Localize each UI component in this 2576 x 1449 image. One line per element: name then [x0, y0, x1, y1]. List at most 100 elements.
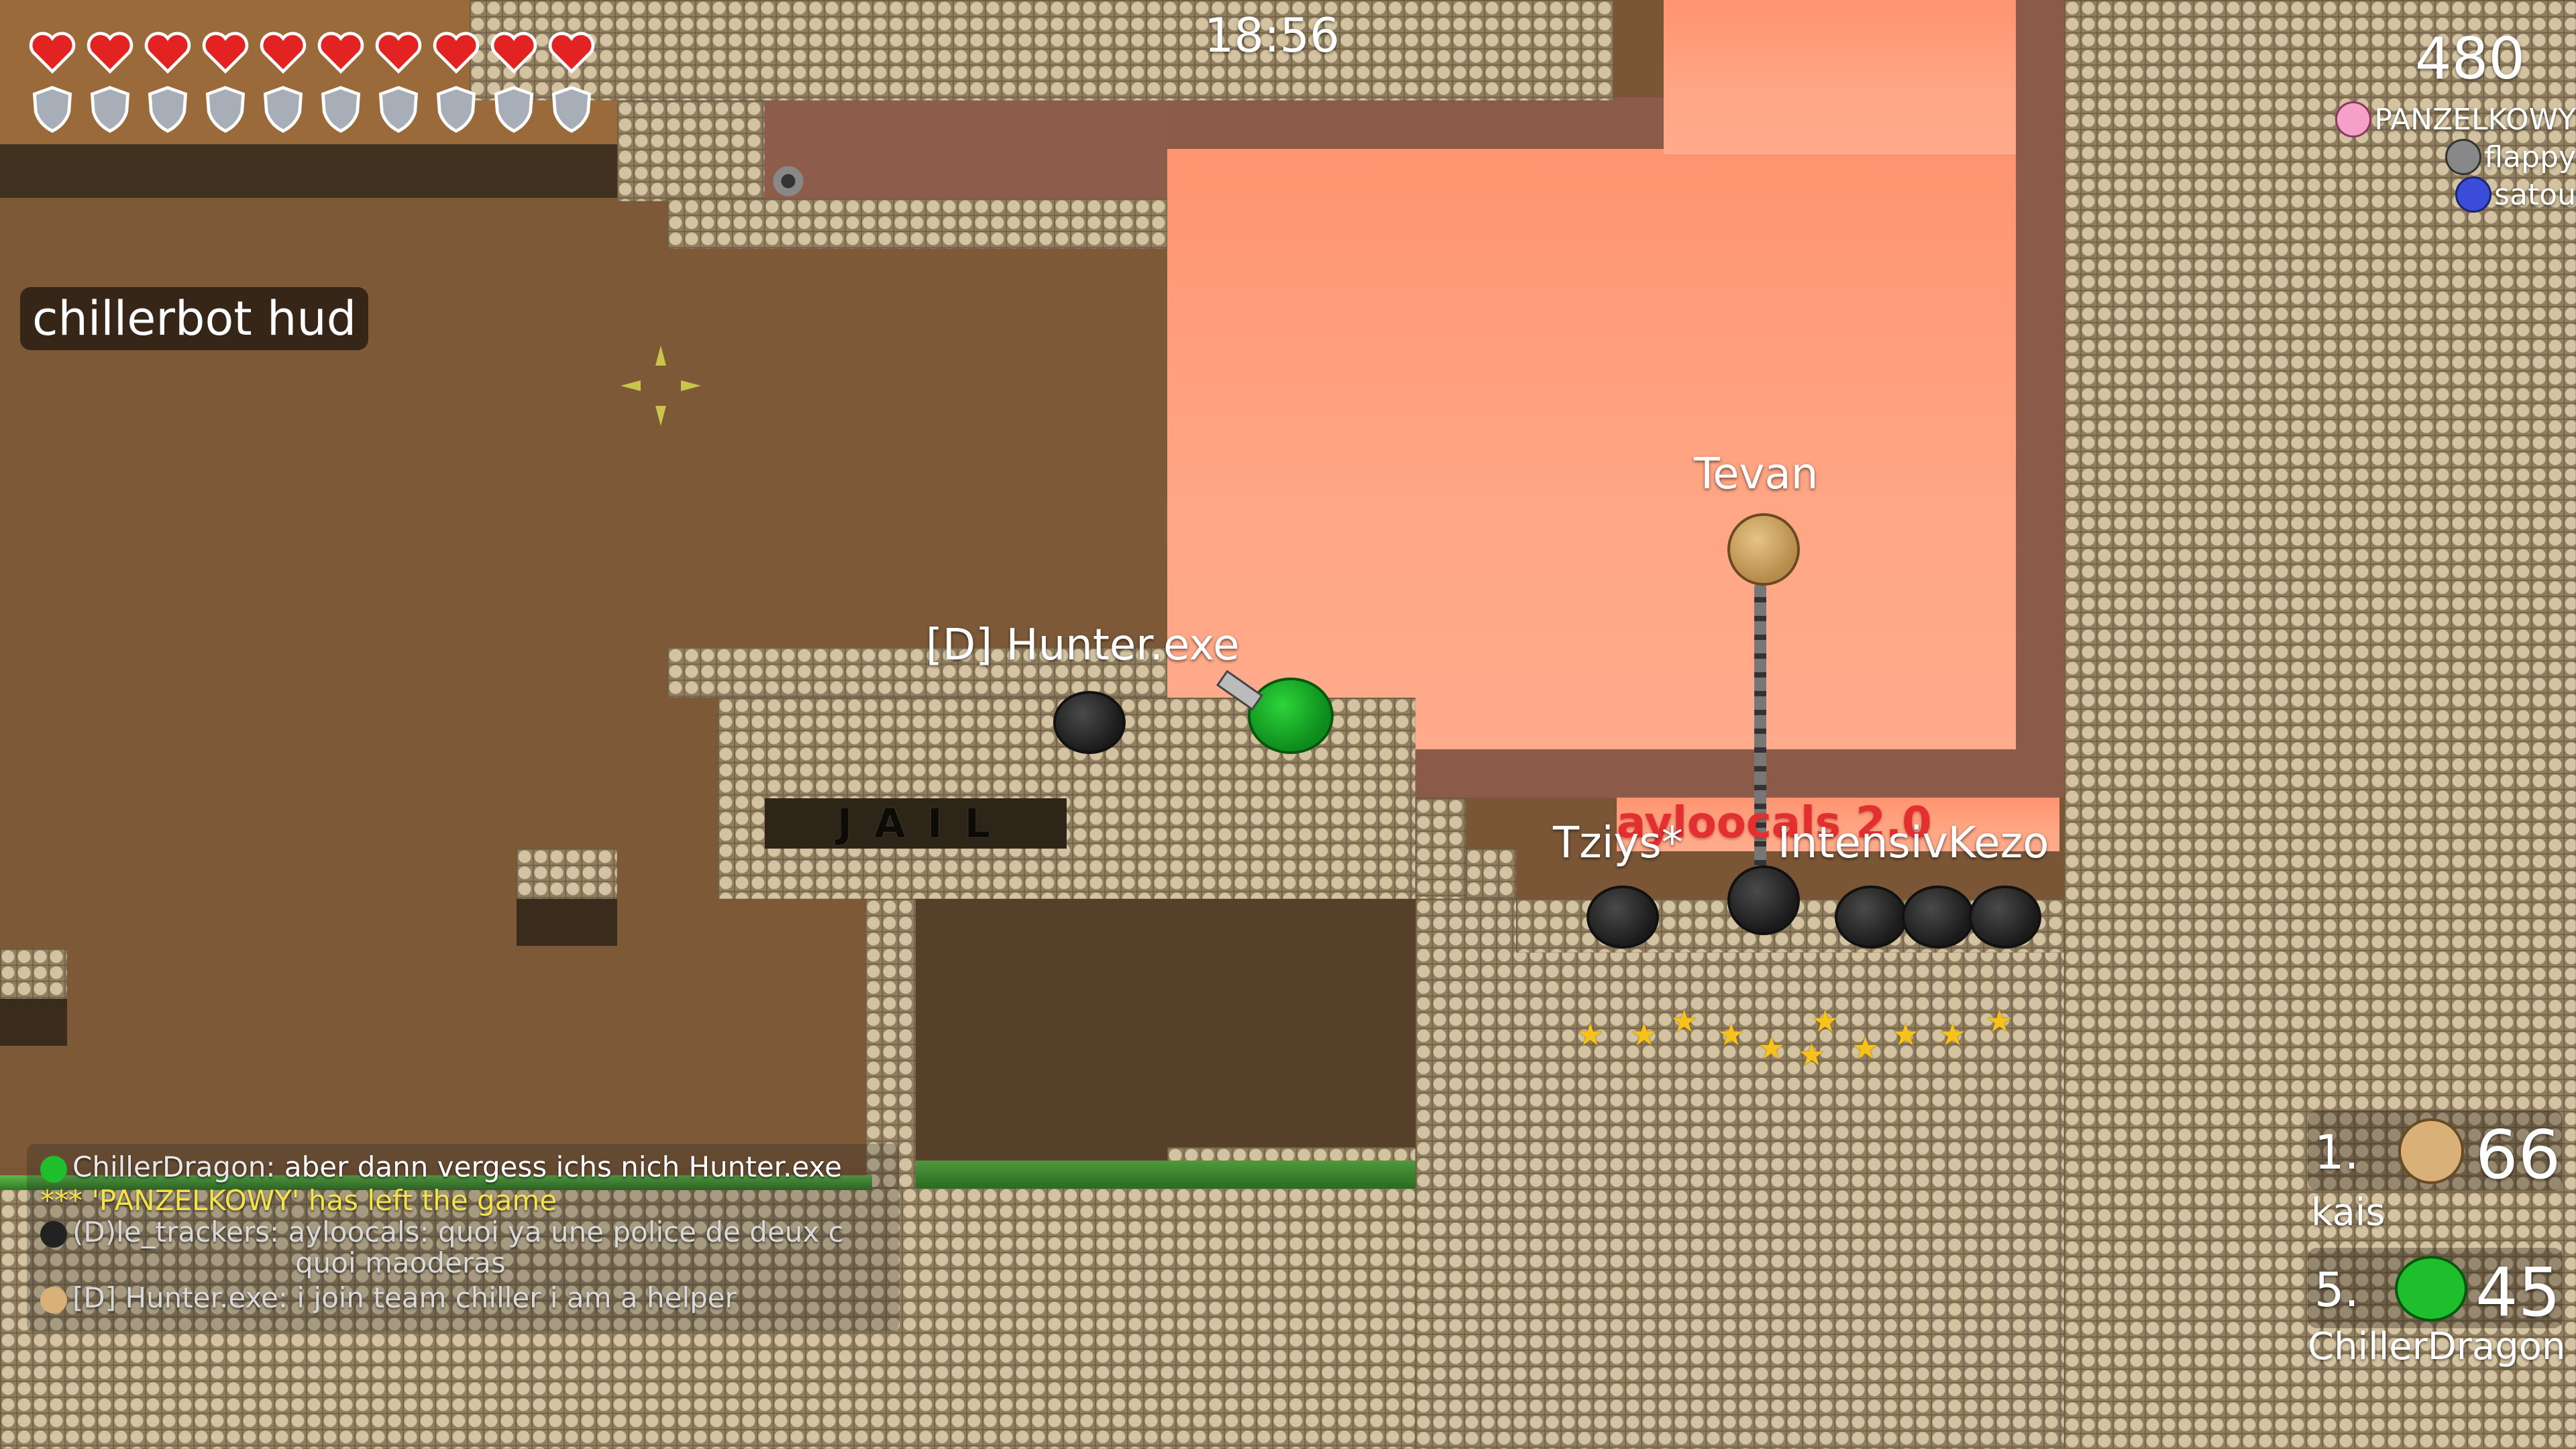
heart-icon: [490, 32, 537, 74]
spectator-item: PANZELKOWY: [2334, 101, 2576, 138]
spectator-item: flappy: [2334, 138, 2576, 176]
chat-line-4: [D] Hunter.exe: i join team chiller i am…: [40, 1281, 737, 1314]
black-tee-icon: [40, 1220, 67, 1248]
chat-author: (D)le_trackers: [72, 1216, 270, 1248]
star-icon: ★: [1798, 1036, 1826, 1073]
heart-icon: [87, 32, 133, 74]
shield-icon: [263, 86, 303, 133]
scoreboard-rank: 1.: [2314, 1125, 2359, 1180]
shield-icon: [321, 86, 361, 133]
chat-message: i join team chiller i am a helper: [297, 1281, 737, 1314]
tiles-small-floating: [517, 849, 617, 899]
player-tee-black-5[interactable]: [1902, 885, 1974, 949]
star-icon: ★: [1939, 1016, 1967, 1053]
shield-icon: [32, 86, 72, 133]
scoreboard-score: 45: [2475, 1253, 2561, 1332]
player-tee-black-4[interactable]: [1835, 885, 1907, 949]
scoreboard-row-2: 5. 45: [2308, 1248, 2563, 1332]
shield-icon: [90, 86, 130, 133]
scoreboard-name-1: kais: [2311, 1191, 2385, 1234]
player-tee-green[interactable]: [1248, 678, 1334, 754]
sky-shadow-bottom: [1415, 749, 2064, 798]
tiles-step-2: [1466, 849, 1516, 899]
chat-message: aber dann vergess ichs nich Hunter.exe: [284, 1150, 842, 1183]
green-tee-icon: [2395, 1256, 2467, 1322]
star-icon: ★: [1986, 1003, 2014, 1039]
spectator-item: satou: [2334, 176, 2576, 213]
tiles-upper-ledge: [667, 199, 1167, 249]
star-icon: ★: [1851, 1030, 1880, 1066]
scoreboard-name-2: ChillerDragon: [2308, 1325, 2566, 1368]
chat-separator: :: [278, 1281, 297, 1314]
gray-tee-icon: [2445, 139, 2482, 175]
heart-icon: [29, 32, 76, 74]
tiles-lower-right: [1415, 899, 2064, 1449]
chat-line-1: *** 'PANZELKOWY' has left the game: [40, 1184, 557, 1217]
blue-tee-icon: [2455, 176, 2492, 213]
shield-icon: [148, 86, 188, 133]
score-display: 480: [2415, 25, 2526, 93]
chat-line-2: (D)le_trackers: ayloocals: quoi ya une p…: [40, 1216, 844, 1248]
green-tee-icon: [40, 1155, 67, 1183]
left-stub-shadow: [0, 999, 67, 1046]
heart-icon: [144, 32, 191, 74]
scoreboard-row-1: 1. 66: [2308, 1110, 2563, 1194]
tan-tee-icon: [40, 1286, 67, 1313]
tiles-top-col: [617, 101, 765, 201]
spectator-name: flappy: [2484, 140, 2576, 174]
heart-icon: [548, 32, 595, 74]
player-name-tevan: Tevan: [1694, 449, 1819, 499]
star-icon: ★: [1670, 1003, 1699, 1039]
chat-author: [D] Hunter.exe: [72, 1281, 278, 1314]
heart-icon: [260, 32, 307, 74]
client-tag: chillerbot hud: [20, 287, 369, 350]
spectator-list: PANZELKOWY flappy satou: [2334, 101, 2576, 213]
shield-icon: [436, 86, 476, 133]
heart-icon: [433, 32, 480, 74]
health-bar: [27, 27, 604, 80]
star-icon: ★: [1630, 1016, 1658, 1053]
game-clock: 18:56: [1204, 8, 1340, 63]
sky-window: [1167, 149, 2016, 749]
spectator-name: satou: [2494, 177, 2576, 212]
chat-line-3: quoi maoderas: [295, 1246, 506, 1279]
pink-tee-icon: [2335, 101, 2372, 138]
shield-icon: [378, 86, 419, 133]
player-tee-black-1[interactable]: [1053, 691, 1126, 754]
chat-author: ChillerDragon: [72, 1150, 266, 1183]
tan-tee-icon: [2398, 1118, 2464, 1184]
sky-window-top: [1664, 0, 2016, 154]
shield-icon: [205, 86, 246, 133]
player-tee-tevan[interactable]: [1727, 513, 1800, 586]
heart-icon: [375, 32, 422, 74]
chat-separator: :: [270, 1216, 288, 1248]
chat-message: quoi maoderas: [295, 1246, 506, 1279]
heart-icon: [317, 32, 364, 74]
tiles-top-bar: [470, 0, 1613, 101]
armor-bar: [27, 84, 604, 138]
jail-sign: J A I L: [765, 798, 1067, 849]
cave-grass: [916, 1161, 1415, 1189]
player-tee-black-2[interactable]: [1587, 885, 1659, 949]
player-name-tziys: Tziys*: [1553, 818, 1683, 868]
player-tee-black-6[interactable]: [1969, 885, 2041, 949]
floating-shadow: [517, 899, 617, 946]
star-icon: ★: [1758, 1030, 1786, 1066]
player-name-intensive: IntensivKezo: [1778, 818, 2049, 868]
sky-shadow-right: [2016, 0, 2064, 765]
star-icon: ★: [1576, 1016, 1605, 1053]
heart-icon: [202, 32, 249, 74]
gear-icon: [768, 161, 808, 201]
player-tee-black-3[interactable]: [1727, 865, 1800, 935]
star-icon: ★: [1811, 1003, 1839, 1039]
tiles-left-stub: [0, 949, 67, 999]
tiles-step-1: [1415, 798, 1466, 899]
scoreboard-score: 66: [2475, 1116, 2561, 1194]
chat-message: ayloocals: quoi ya une police de deux c: [288, 1216, 844, 1248]
upper-shade: [765, 101, 1167, 201]
shield-icon: [494, 86, 534, 133]
crosshair-icon: [621, 345, 701, 426]
cave-interior: [916, 899, 1415, 1187]
player-name-hunter: [D] Hunter.exe: [926, 621, 1240, 670]
chat-message: *** 'PANZELKOWY' has left the game: [40, 1184, 557, 1217]
